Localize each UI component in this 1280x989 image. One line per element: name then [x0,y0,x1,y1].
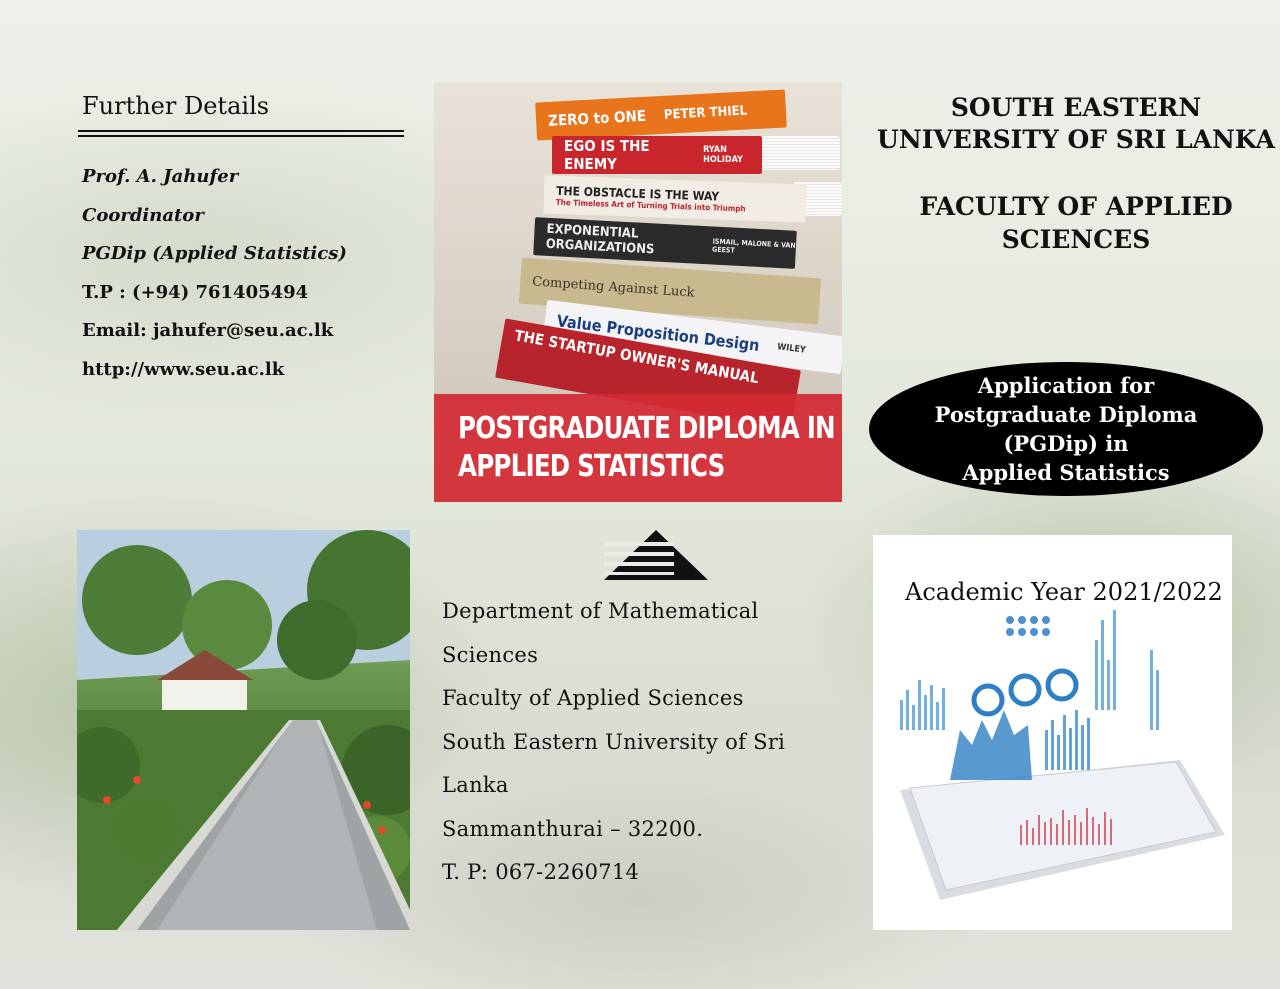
contact-name: Prof. A. Jahufer [82,166,239,187]
book-title: EXPONENTIAL ORGANIZATIONS [545,221,655,258]
university-line-2: UNIVERSITY OF SRI LANKA [877,125,1275,154]
book-pages [750,136,840,170]
faculty-name: FACULTY OF APPLIED SCIENCES [876,190,1276,256]
book-author: RYAN HOLIDAY [703,145,743,165]
book-zero-to-one: ZERO to ONE PETER THIEL [535,89,787,141]
book-ego: EGO IS THE ENEMY RYAN HOLIDAY [552,136,762,174]
book-author: ISMAIL, MALONE & VAN GEEST [711,237,796,255]
department-phone: T. P: 067-2260714 [442,860,640,884]
banner-line-2: APPLIED STATISTICS [458,449,725,484]
department-line-3: Faculty of Applied Sciences [442,686,744,710]
book-publisher: WILEY [776,342,807,356]
application-line-1: Application for [977,373,1155,398]
academic-year-title: Academic Year 2021/2022 [905,578,1223,606]
department-address: Department of Mathematical Sciences Facu… [442,590,785,895]
program-banner-text: POSTGRADUATE DIPLOMA IN APPLIED STATISTI… [458,410,836,486]
further-details-heading: Further Details [82,92,270,120]
analytics-tablet-illustration [900,610,1225,900]
faculty-line-1: FACULTY OF APPLIED [919,192,1233,221]
department-line-6: Sammanthurai – 32200. [442,816,704,841]
university-name: SOUTH EASTERN UNIVERSITY OF SRI LANKA [876,92,1276,156]
banner-line-1: POSTGRADUATE DIPLOMA IN [458,411,836,446]
heading-rule [78,130,404,132]
book-title: EGO IS THE ENEMY [564,137,650,173]
contact-details: Prof. A. Jahufer Coordinator PGDip (Appl… [82,158,347,389]
campus-road-photo [77,530,410,930]
contact-website[interactable]: http://www.seu.ac.lk [82,351,347,390]
campus-road-illustration [77,530,410,930]
application-line-4: Applied Statistics [962,460,1170,485]
application-oval: Application for Postgraduate Diploma (PG… [869,362,1263,496]
department-line-5: Lanka [442,773,509,797]
book-title: Competing Against Luck [531,273,695,301]
books-cover-image: ZERO to ONE PETER THIEL EGO IS THE ENEMY… [434,82,842,502]
program-banner: POSTGRADUATE DIPLOMA IN APPLIED STATISTI… [434,394,842,502]
contact-role: Coordinator [82,204,204,226]
application-line-2: Postgraduate Diploma [934,402,1198,427]
department-line-4: South Eastern University of Sri [442,729,786,754]
contact-phone: T.P : (+94) 761405494 [82,281,309,303]
university-logo-icon [604,530,708,580]
university-line-1: SOUTH EASTERN [950,93,1202,122]
contact-email[interactable]: Email: jahufer@seu.ac.lk [82,312,347,351]
heading-rule-2 [78,135,404,137]
department-line-1: Department of Mathematical [442,599,759,623]
faculty-line-2: SCIENCES [1001,225,1151,254]
contact-program: PGDip (Applied Statistics) [82,243,347,264]
book-author: PETER THIEL [663,103,748,123]
book-title: ZERO to ONE [547,106,647,130]
application-line-3: (PGDip) in [1003,431,1129,456]
department-line-2: Sciences [442,642,539,667]
book-obstacle: THE OBSTACLE IS THE WAY The Timeless Art… [543,175,807,223]
